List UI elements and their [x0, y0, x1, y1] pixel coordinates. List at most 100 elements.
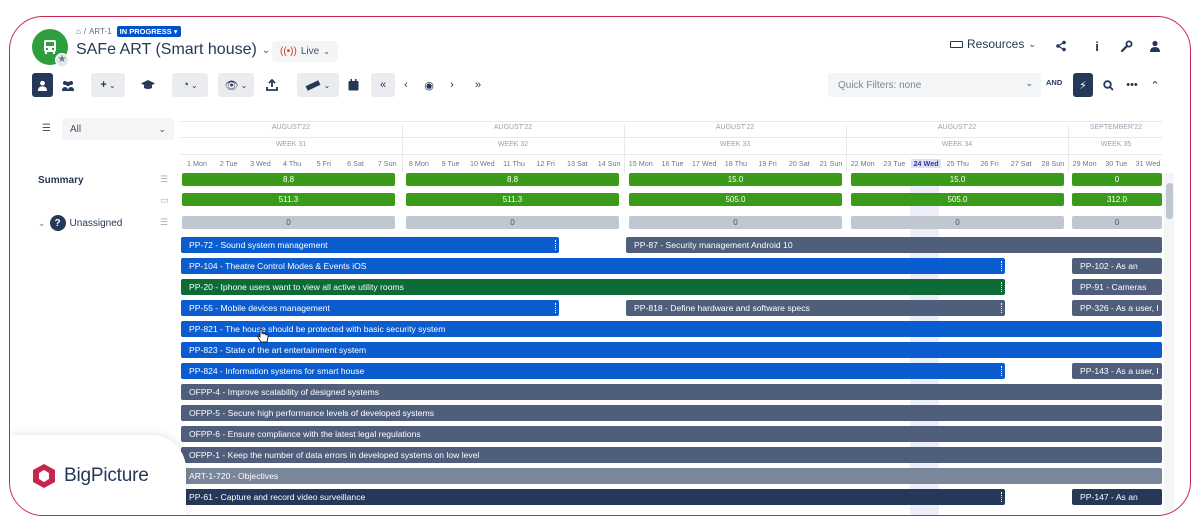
quick-filters-select[interactable]: Quick Filters: none ⌄	[828, 73, 1041, 97]
day-label: 20 Sat	[788, 159, 810, 168]
and-toggle[interactable]: AND	[1046, 78, 1062, 87]
ruler-icon	[305, 79, 321, 91]
home-icon[interactable]: ⌂	[76, 27, 81, 36]
collapse-toolbar-icon[interactable]: ⌃	[1144, 73, 1166, 97]
calendar-icon[interactable]	[342, 73, 364, 97]
status-badge[interactable]: IN PROGRESS ▾	[116, 26, 181, 37]
day-label: 24 Wed	[911, 159, 942, 168]
task-bar[interactable]: PP-91 - Cameras	[1072, 279, 1162, 295]
summary-bar[interactable]: 0	[182, 216, 395, 229]
task-bar[interactable]: PP-102 - As an	[1072, 258, 1162, 274]
graduation-cap-icon[interactable]	[136, 73, 160, 97]
export-icon[interactable]	[260, 73, 284, 97]
wrench-icon[interactable]	[1115, 35, 1137, 57]
task-bar[interactable]: OFPP-5 - Secure high performance levels …	[181, 405, 1162, 421]
summary-bar[interactable]: 505.0	[851, 193, 1064, 206]
summary-bar[interactable]: 0	[1072, 173, 1162, 186]
task-bar[interactable]: PP-61 - Capture and record video surveil…	[181, 489, 1005, 505]
summary-bar[interactable]: 8.8	[182, 173, 395, 186]
lightning-icon[interactable]: ⚡	[1073, 73, 1093, 97]
hand-cursor-icon	[257, 329, 269, 348]
dashboard-dropdown-button[interactable]: ◔ ⌄	[172, 73, 208, 97]
summary-bar[interactable]: 0	[851, 216, 1064, 229]
summary-bar[interactable]: 0	[406, 216, 619, 229]
task-bar[interactable]: OFPP-4 - Improve scalability of designed…	[181, 384, 1162, 400]
task-bar[interactable]: PP-87 - Security management Android 10	[626, 237, 1162, 253]
summary-bar[interactable]: 312.0	[1072, 193, 1162, 206]
share-icon[interactable]	[1050, 35, 1072, 57]
task-bar[interactable]: PP-147 - As an	[1072, 489, 1162, 505]
vertical-scrollbar[interactable]	[1164, 173, 1174, 515]
day-label: 30 Tue	[1105, 159, 1128, 168]
jump-forward-button[interactable]: »	[466, 73, 490, 97]
battery-icon	[950, 40, 963, 48]
chevron-down-icon: ⌄	[323, 47, 330, 56]
scrollbar-thumb[interactable]	[1166, 183, 1173, 219]
breadcrumb-art[interactable]: ART-1	[89, 27, 112, 36]
day-label: 3 Wed	[250, 159, 271, 168]
live-dropdown[interactable]: ((•)) Live ⌄	[272, 41, 338, 62]
task-bar[interactable]: ART-1-720 - Objectives	[181, 468, 1162, 484]
summary-bar[interactable]: 15.0	[851, 173, 1064, 186]
view-dropdown-button[interactable]: 👁 ⌄	[218, 73, 254, 97]
task-bar[interactable]: PP-824 - Information systems for smart h…	[181, 363, 1005, 379]
bigpicture-logo-icon	[33, 464, 55, 488]
summary-bar[interactable]: 8.8	[406, 173, 619, 186]
task-bar[interactable]: PP-20 - Iphone users want to view all ac…	[181, 279, 1005, 295]
divider	[180, 137, 1162, 138]
filter-list-icon[interactable]: ☰	[42, 123, 51, 134]
ruler-dropdown-button[interactable]: ⌄	[297, 73, 339, 97]
user-icon[interactable]	[1144, 35, 1166, 57]
day-label: 17 Wed	[691, 159, 717, 168]
live-broadcast-icon: ((•))	[280, 46, 297, 57]
chevron-down-icon[interactable]: ⌄	[38, 218, 46, 229]
task-bar[interactable]: PP-326 - As a user, I	[1072, 300, 1162, 316]
week-label: WEEK 32	[497, 141, 529, 148]
add-dropdown-button[interactable]: + ⌄	[91, 73, 125, 97]
month-label: AUGUST'22	[271, 124, 311, 131]
task-bar[interactable]: PP-143 - As a user, I	[1072, 363, 1162, 379]
task-bar[interactable]: OFPP-6 - Ensure compliance with the late…	[181, 426, 1162, 442]
summary-bar[interactable]: 511.3	[182, 193, 395, 206]
task-bar[interactable]: PP-818 - Define hardware and software sp…	[626, 300, 1005, 316]
task-bar[interactable]: PP-821 - The house should be protected w…	[181, 321, 1162, 337]
task-bar[interactable]: PP-72 - Sound system management	[181, 237, 559, 253]
summary-bar[interactable]: 511.3	[406, 193, 619, 206]
chevron-right-icon: ›	[450, 79, 454, 91]
chevron-down-icon: ⌄	[261, 44, 271, 56]
task-bar[interactable]: PP-823 - State of the art entertainment …	[181, 342, 1162, 358]
rows-settings-icon[interactable]: ☰	[160, 174, 168, 185]
day-label: 22 Mon	[850, 159, 875, 168]
day-label: 23 Tue	[883, 159, 906, 168]
more-options-icon[interactable]: •••	[1121, 73, 1143, 97]
unassigned-group[interactable]: ⌄ ? Unassigned	[38, 215, 122, 231]
summary-bar[interactable]: 15.0	[629, 173, 842, 186]
info-icon[interactable]: i	[1086, 35, 1108, 57]
summary-bar[interactable]: 0	[629, 216, 842, 229]
today-button[interactable]: ◉	[418, 73, 440, 97]
task-bar[interactable]: PP-55 - Mobile devices management	[181, 300, 559, 316]
jump-back-button[interactable]: «	[371, 73, 395, 97]
task-bar[interactable]: PP-104 - Theatre Control Modes & Events …	[181, 258, 1005, 274]
next-button[interactable]: ›	[441, 73, 463, 97]
day-label: 4 Thu	[282, 159, 302, 168]
rows-settings-icon[interactable]: ☰	[160, 217, 168, 228]
avatar: ?	[49, 215, 66, 231]
search-icon[interactable]	[1097, 73, 1119, 97]
team-view-icon[interactable]	[56, 73, 80, 97]
day-label: 2 Tue	[219, 159, 238, 168]
summary-bar[interactable]: 505.0	[629, 193, 842, 206]
summary-bar[interactable]: 0	[1072, 216, 1162, 229]
previous-button[interactable]: ‹	[395, 73, 417, 97]
single-user-view-icon[interactable]	[32, 73, 53, 97]
filter-select[interactable]: All ⌄	[62, 118, 174, 140]
favorite-star-icon[interactable]: ★	[55, 53, 69, 67]
page-title[interactable]: SAFe ART (Smart house) ⌄	[76, 41, 270, 59]
chevron-down-icon: ⌄	[1028, 38, 1036, 49]
resources-dropdown[interactable]: Resources ⌄	[950, 37, 1036, 51]
divider	[180, 121, 1162, 122]
day-label: 21 Sun	[819, 159, 843, 168]
task-bar[interactable]: OFPP-1 - Keep the number of data errors …	[181, 447, 1162, 463]
day-label: 15 Mon	[628, 159, 653, 168]
day-label: 18 Thu	[724, 159, 748, 168]
